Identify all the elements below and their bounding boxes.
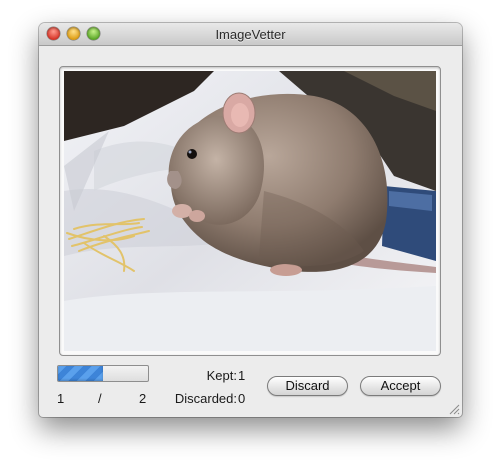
rat-photo-image xyxy=(64,71,436,351)
discarded-count: 0 xyxy=(238,391,246,406)
index-separator: / xyxy=(98,391,102,406)
progress-bar-fill xyxy=(58,366,103,381)
image-vetter-window: ImageVetter 1 / 2 Kept: 1 Discarded: 0 D… xyxy=(39,23,462,417)
image-well xyxy=(59,66,441,356)
discarded-label: Discarded: xyxy=(174,391,237,406)
total-image-count: 2 xyxy=(139,391,147,406)
current-image-index: 1 xyxy=(57,391,65,406)
accept-button[interactable]: Accept xyxy=(360,376,441,396)
progress-bar xyxy=(57,365,149,382)
discard-button[interactable]: Discard xyxy=(267,376,348,396)
window-title: ImageVetter xyxy=(215,27,286,42)
kept-label: Kept: xyxy=(206,368,237,383)
resize-grip-icon[interactable] xyxy=(448,403,460,415)
kept-count: 1 xyxy=(238,368,246,383)
title-bar[interactable]: ImageVetter xyxy=(39,23,462,46)
